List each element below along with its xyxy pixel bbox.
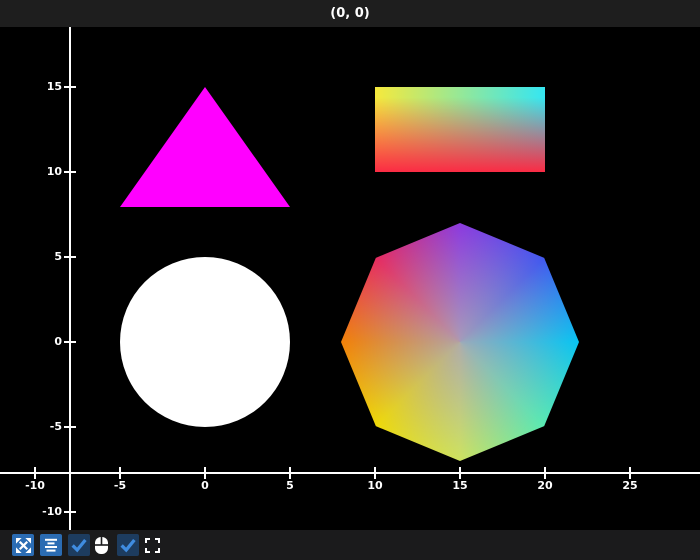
x-tick-label: 5 <box>286 479 294 492</box>
y-tick <box>64 256 76 258</box>
magenta-triangle-shape <box>120 87 290 207</box>
x-tick-label: 25 <box>622 479 638 492</box>
x-tick-label: 15 <box>452 479 468 492</box>
y-tick <box>64 86 76 88</box>
frame-corners-icon <box>145 537 160 553</box>
app-window: (0, 0) -10 -5 0 5 10 15 20 25 15 10 5 0 … <box>0 0 700 560</box>
x-tick <box>289 467 291 479</box>
y-tick-label: -5 <box>49 420 62 433</box>
x-tick <box>629 467 631 479</box>
mouse-icon <box>94 536 109 555</box>
y-tick <box>64 171 76 173</box>
x-tick-label: 20 <box>537 479 553 492</box>
expand-arrows-icon <box>15 537 31 553</box>
y-tick-label: 5 <box>54 250 62 263</box>
x-tick <box>119 467 121 479</box>
y-tick-label: 10 <box>46 165 62 178</box>
y-tick <box>64 511 76 513</box>
x-tick-label: 10 <box>367 479 383 492</box>
x-tick-label: 0 <box>201 479 209 492</box>
gradient-rectangle-shape <box>375 87 545 172</box>
x-tick <box>459 467 461 479</box>
white-circle-shape <box>120 257 290 427</box>
checkbox-1[interactable] <box>68 534 90 556</box>
align-center-button[interactable] <box>40 534 62 556</box>
y-tick-label: -10 <box>42 505 62 518</box>
plot-canvas[interactable]: -10 -5 0 5 10 15 20 25 15 10 5 0 -5 -10 <box>0 27 700 530</box>
mouse-coordinates-readout: (0, 0) <box>330 6 370 21</box>
checkbox-2[interactable] <box>117 534 139 556</box>
x-tick <box>204 467 206 479</box>
x-axis-line <box>0 472 700 474</box>
x-tick <box>374 467 376 479</box>
y-axis-line <box>69 27 71 530</box>
y-tick <box>64 426 76 428</box>
x-tick <box>34 467 36 479</box>
x-tick-label: -5 <box>113 479 127 492</box>
x-tick-label: -10 <box>25 479 45 492</box>
gradient-octagon-shape <box>341 223 579 461</box>
align-center-lines-icon <box>44 538 58 552</box>
x-tick <box>544 467 546 479</box>
y-tick-label: 0 <box>54 335 62 348</box>
expand-arrows-button[interactable] <box>12 534 34 556</box>
toolbar <box>0 530 700 560</box>
checkmark-icon <box>118 535 138 555</box>
y-tick <box>64 341 76 343</box>
title-bar: (0, 0) <box>0 0 700 27</box>
y-tick-label: 15 <box>46 80 62 93</box>
checkmark-icon <box>69 535 89 555</box>
